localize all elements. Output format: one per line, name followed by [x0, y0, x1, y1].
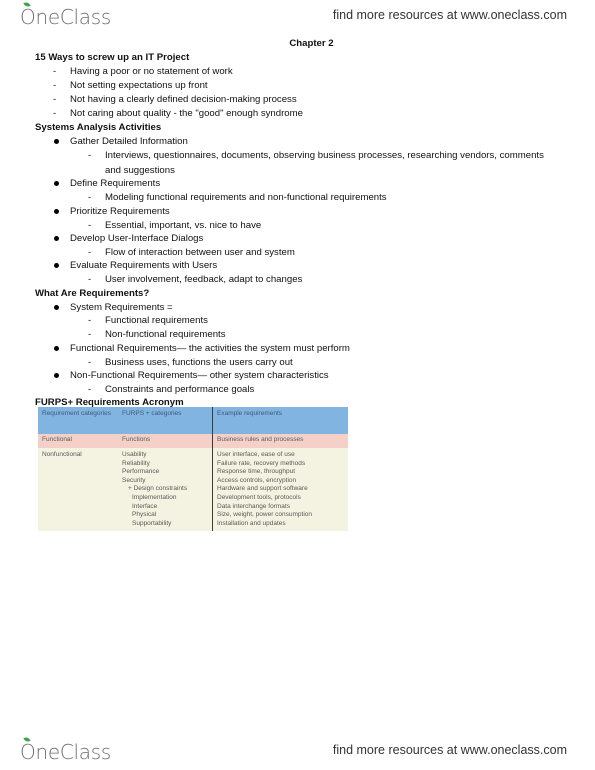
furps-item: Implementation	[132, 493, 177, 501]
furps-item: Security	[122, 476, 146, 484]
example-item: User interface, ease of use	[217, 451, 295, 458]
section-heading-systems-analysis: Systems Analysis Activities	[35, 122, 162, 133]
brand-name: OneClass	[20, 740, 111, 764]
dash-bullet-icon: -	[88, 357, 92, 368]
sub-list-item: Business uses, functions the users carry…	[105, 357, 293, 368]
table-cell: Functional	[38, 434, 118, 448]
sub-list-item: User involvement, feedback, adapt to cha…	[105, 274, 303, 285]
list-item: Develop User-Interface Dialogs	[70, 233, 204, 244]
table-cell-furps-list: Usability Reliability Performance Securi…	[118, 448, 213, 532]
bullet-icon	[54, 305, 59, 310]
list-item: Prioritize Requirements	[70, 206, 170, 217]
sub-list-item: Non-functional requirements	[105, 329, 226, 340]
example-item: Hardware and support software	[217, 485, 308, 493]
furps-item: + Design constraints	[128, 485, 188, 493]
header-cell: Example requirements	[212, 407, 348, 434]
list-item: Non-Functional Requirements— other syste…	[70, 370, 329, 381]
sub-list-item: Modeling functional requirements and non…	[105, 192, 387, 203]
dash-bullet-icon: -	[88, 384, 92, 395]
sub-list-item: Interviews, questionnaires, documents, o…	[105, 150, 544, 161]
dash-bullet-icon: -	[53, 80, 57, 91]
bullet-icon	[54, 346, 59, 351]
sub-list-item-continued: and suggestions	[105, 165, 175, 176]
dash-bullet-icon: -	[88, 192, 92, 203]
header-cell: FURPS + categories	[118, 407, 213, 434]
sub-list-item: Constraints and performance goals	[105, 384, 255, 395]
dash-bullet-icon: -	[53, 66, 57, 77]
dash-bullet-icon: -	[88, 274, 92, 285]
section-heading-ways-to-screw-up: 15 Ways to screw up an IT Project	[35, 52, 190, 63]
example-item: Failure rate, recovery methods	[217, 459, 306, 467]
furps-item: Performance	[122, 468, 160, 476]
bullet-icon	[54, 373, 59, 378]
example-item: Data interchange formats	[217, 502, 290, 510]
section-heading-what-are-requirements: What Are Requirements?	[35, 288, 150, 299]
list-item: System Requirements =	[70, 302, 173, 313]
bullet-icon	[54, 209, 59, 214]
list-item: Evaluate Requirements with Users	[70, 260, 218, 271]
dash-bullet-icon: -	[88, 315, 92, 326]
furps-item: Interface	[132, 502, 158, 510]
list-item: Having a poor or no statement of work	[70, 66, 233, 77]
bullet-icon	[54, 139, 59, 144]
example-item: Response time, throughput	[217, 468, 296, 476]
header-tagline-link[interactable]: find more resources at www.oneclass.com	[333, 8, 567, 22]
table-cell: Functions	[118, 434, 213, 448]
furps-table: Requirement categories FURPS + categorie…	[38, 407, 348, 532]
chapter-title: Chapter 2	[289, 38, 334, 49]
list-item: Define Requirements	[70, 178, 161, 189]
furps-item: Reliability	[122, 459, 150, 467]
list-item: Gather Detailed Information	[70, 136, 188, 147]
example-item: Size, weight, power consumption	[217, 511, 313, 519]
list-item: Not caring about quality - the "good" en…	[70, 108, 303, 119]
table-cell: Nonfunctional	[38, 448, 118, 532]
dash-bullet-icon: -	[53, 108, 57, 119]
list-item: Not having a clearly defined decision-ma…	[70, 94, 297, 105]
dash-bullet-icon: -	[88, 220, 92, 231]
sub-list-item: Essential, important, vs. nice to have	[105, 220, 262, 231]
brand-name: OneClass	[20, 5, 111, 29]
example-item: Development tools, protocols	[217, 493, 301, 501]
list-item: Functional Requirements— the activities …	[70, 343, 350, 354]
dash-bullet-icon: -	[88, 150, 92, 161]
oneclass-logo-footer[interactable]: OneClass	[20, 736, 111, 764]
footer-tagline-link[interactable]: find more resources at www.oneclass.com	[333, 743, 567, 757]
bullet-icon	[54, 263, 59, 268]
table-header-row: Requirement categories FURPS + categorie…	[38, 407, 348, 434]
dash-bullet-icon: -	[88, 329, 92, 340]
bullet-icon	[54, 181, 59, 186]
table-cell-examples-list: User interface, ease of use Failure rate…	[212, 448, 348, 532]
furps-item: Physical	[132, 511, 157, 519]
furps-item: Supportability	[132, 519, 172, 527]
furps-item: Usability	[122, 451, 147, 458]
sub-list-item: Flow of interaction between user and sys…	[105, 247, 295, 258]
sub-list-item: Functional requirements	[105, 315, 208, 326]
oneclass-logo[interactable]: OneClass	[20, 1, 111, 29]
example-item: Access controls, encryption	[217, 476, 297, 484]
dash-bullet-icon: -	[53, 94, 57, 105]
table-cell: Business rules and processes	[212, 434, 348, 448]
example-item: Installation and updates	[217, 519, 286, 527]
list-item: Not setting expectations up front	[70, 80, 208, 91]
table-row-functional: Functional Functions Business rules and …	[38, 434, 348, 448]
bullet-icon	[54, 236, 59, 241]
dash-bullet-icon: -	[88, 247, 92, 258]
header-cell: Requirement categories	[38, 407, 118, 434]
table-row-nonfunctional: Nonfunctional Usability Reliability Perf…	[38, 448, 348, 532]
